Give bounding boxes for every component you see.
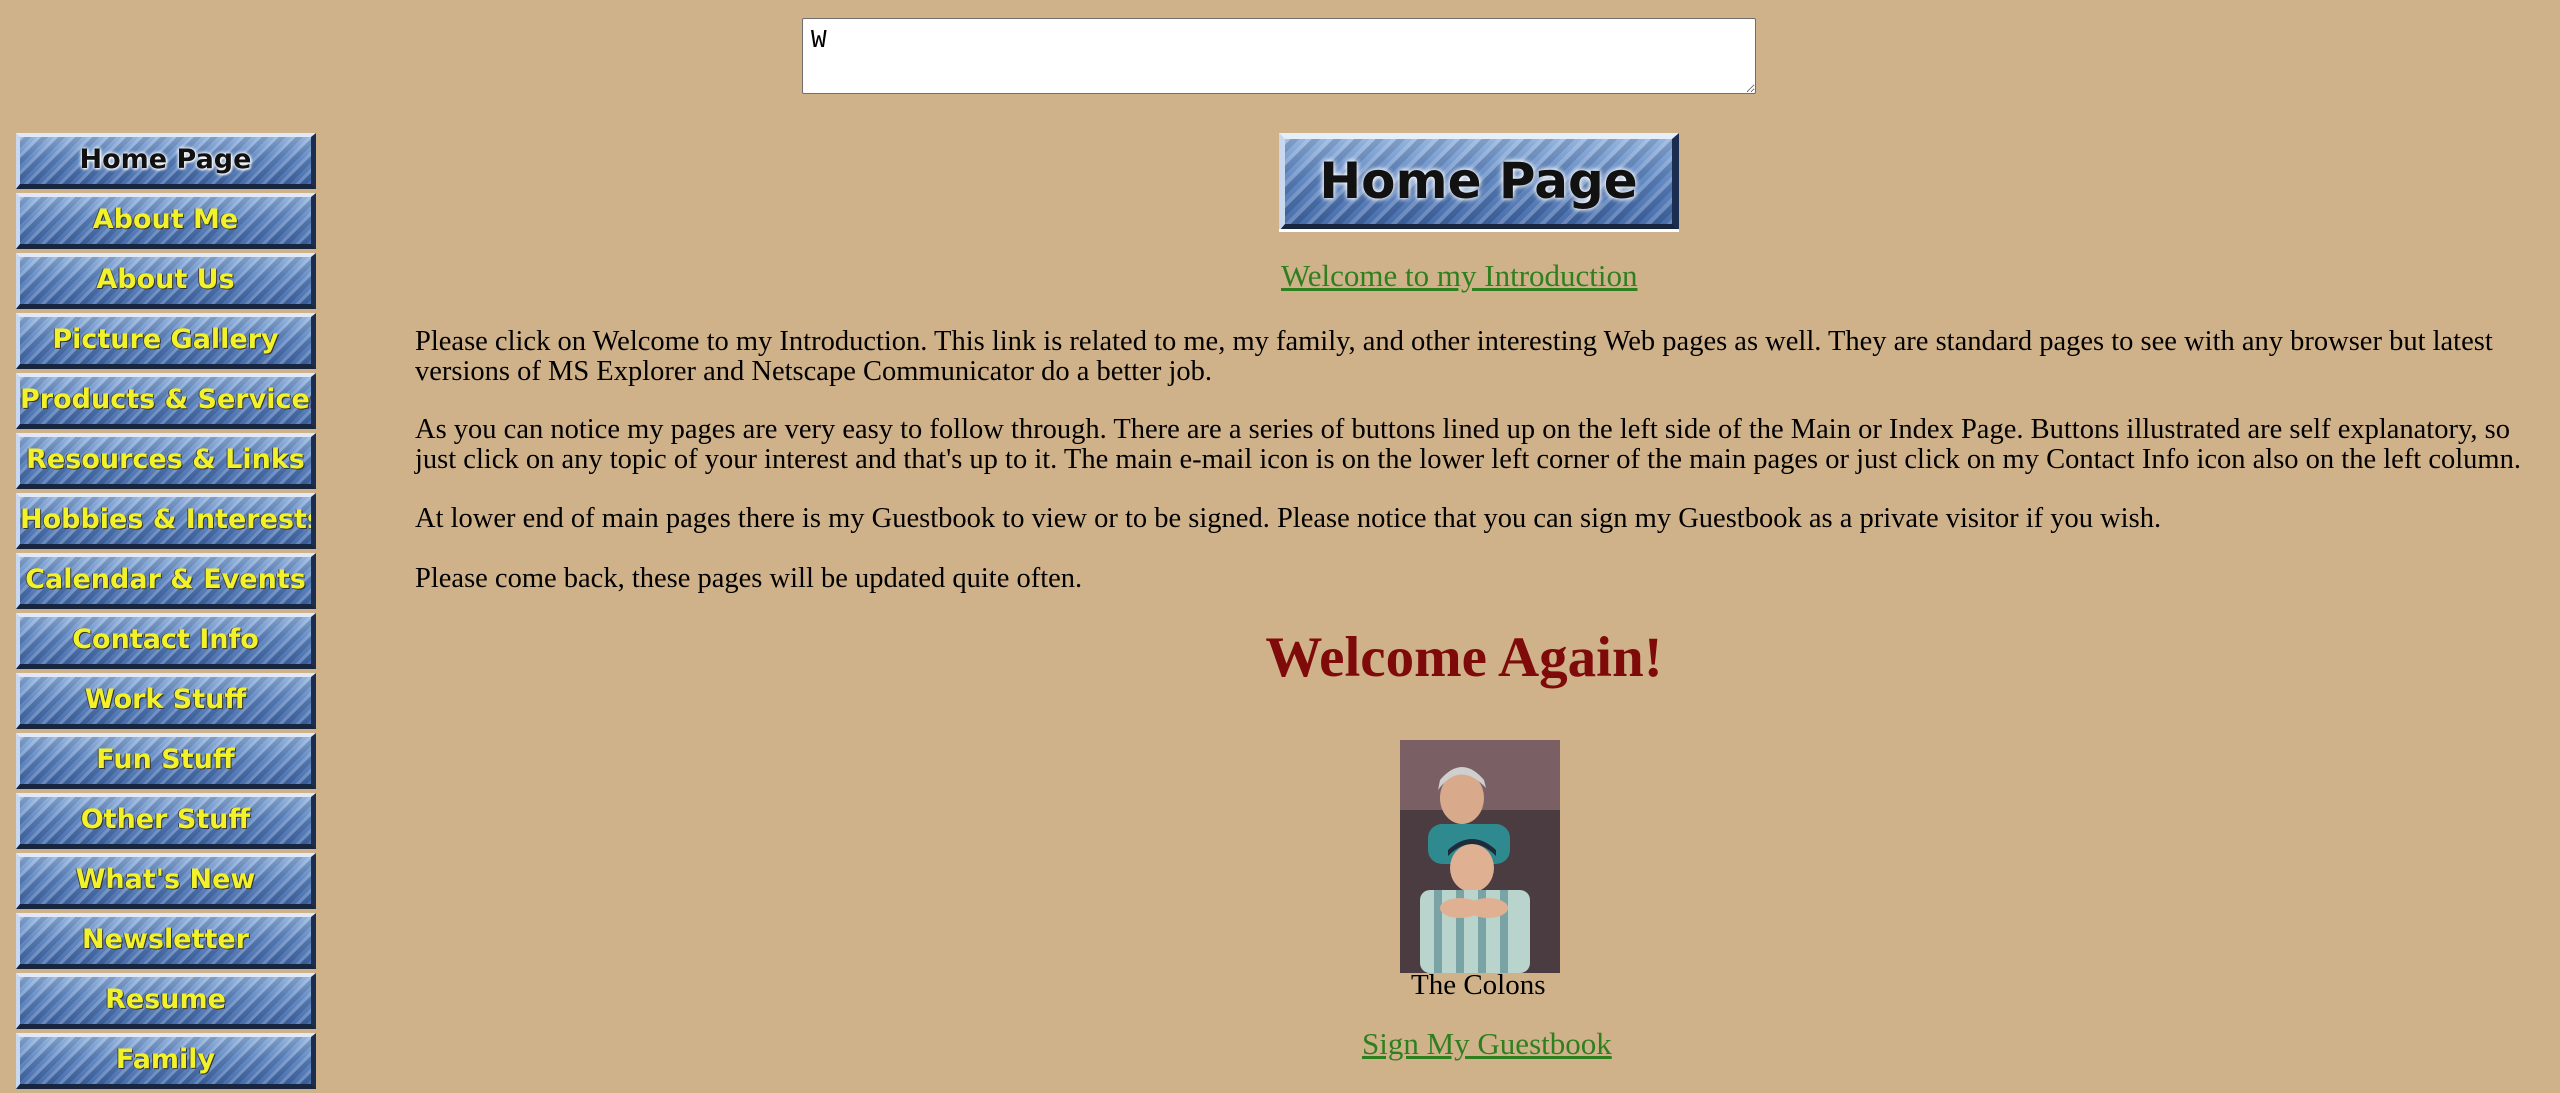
sidebar-item-fun-stuff[interactable]: Fun Stuff <box>16 733 316 789</box>
sidebar-item-calendar-events[interactable]: Calendar & Events <box>16 553 316 609</box>
sidebar-item-picture-gallery[interactable]: Picture Gallery <box>16 313 316 369</box>
intro-paragraph: Please click on Welcome to my Introducti… <box>415 326 2493 387</box>
sidebar-item-resume[interactable]: Resume <box>16 973 316 1029</box>
sidebar-nav: Home Page About Me About Us Picture Gall… <box>16 133 316 1093</box>
sidebar-item-about-us[interactable]: About Us <box>16 253 316 309</box>
sidebar-item-whats-new[interactable]: What's New <box>16 853 316 909</box>
welcome-heading: Welcome Again! <box>1265 626 1663 689</box>
sidebar-item-family[interactable]: Family <box>16 1033 316 1089</box>
guestbook-paragraph: At lower end of main pages there is my G… <box>415 503 2162 534</box>
sidebar-item-home-page[interactable]: Home Page <box>16 133 316 189</box>
header-button-underline <box>1279 229 1679 232</box>
come-back-paragraph: Please come back, these pages will be up… <box>415 563 1083 594</box>
sidebar-item-products-services[interactable]: Products & Services <box>16 373 316 429</box>
family-photo <box>1400 740 1560 973</box>
sign-guestbook-link[interactable]: Sign My Guestbook <box>1362 1026 1612 1062</box>
sidebar-item-hobbies-interests[interactable]: Hobbies & Interests <box>16 493 316 549</box>
photo-caption: The Colons <box>1411 969 1546 1001</box>
sidebar-item-resources-links[interactable]: Resources & Links <box>16 433 316 489</box>
navigation-paragraph: As you can notice my pages are very easy… <box>415 414 2521 475</box>
top-text-input[interactable] <box>802 18 1756 94</box>
introduction-link[interactable]: Welcome to my Introduction <box>1281 258 1638 294</box>
sidebar-item-about-me[interactable]: About Me <box>16 193 316 249</box>
sidebar-item-other-stuff[interactable]: Other Stuff <box>16 793 316 849</box>
home-page-header-button[interactable]: Home Page <box>1279 133 1679 231</box>
sidebar-item-newsletter[interactable]: Newsletter <box>16 913 316 969</box>
